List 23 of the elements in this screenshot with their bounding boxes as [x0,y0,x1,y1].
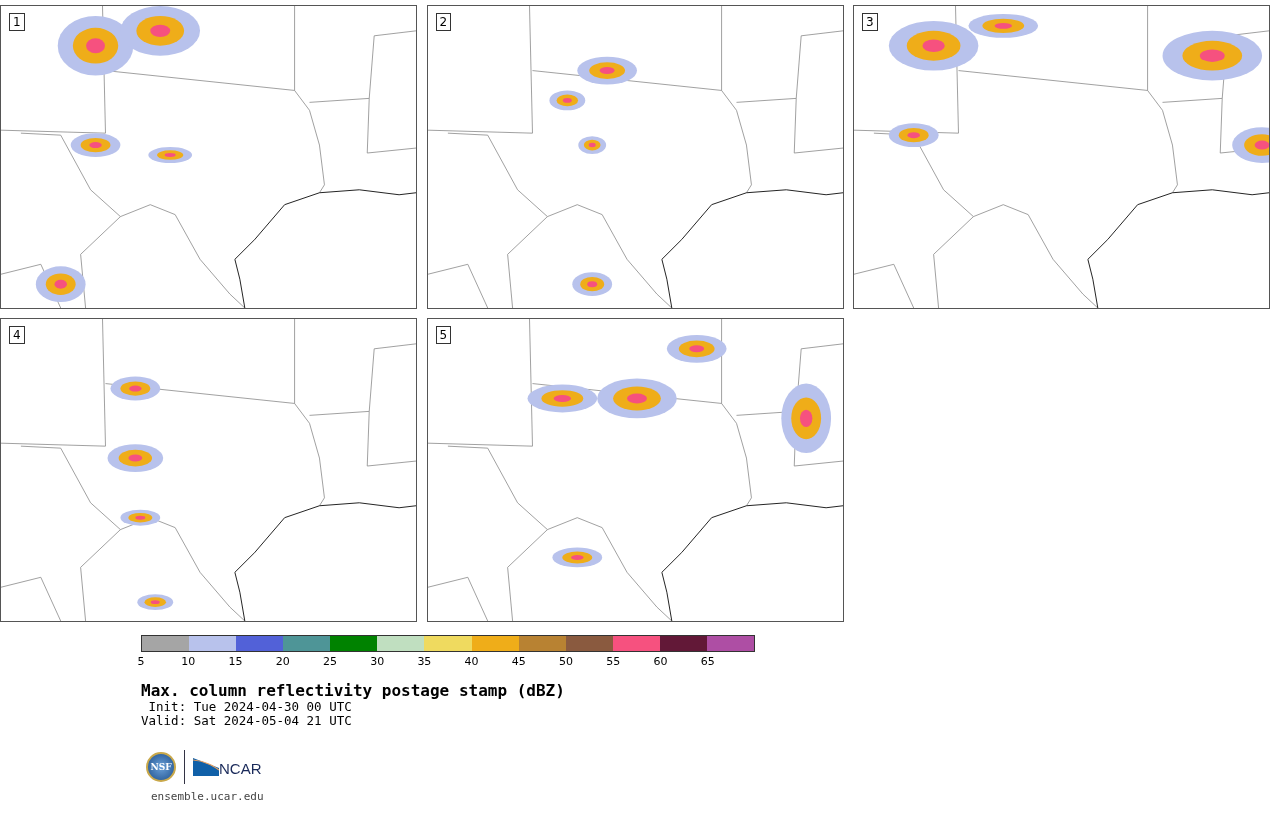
tick-label: 20 [275,655,290,668]
nsf-logo: NSF [146,752,176,782]
tick-label: 50 [559,655,574,668]
chart-title: Max. column reflectivity postage stamp (dBZ) [141,681,566,700]
tick-label: 10 [181,655,196,668]
website-url: ensemble.ucar.edu [151,790,265,803]
tick-label: 45 [511,655,526,668]
tick-label: 25 [322,655,337,668]
swoosh-icon [193,758,219,776]
valid-time: Valid: Sat 2024-05-04 21 UTC [141,714,353,728]
tick-label: 35 [417,655,432,668]
panel-number: 1 [9,13,25,31]
panel-number: 4 [9,326,25,344]
panel-number: 3 [862,13,878,31]
tick-label: 55 [606,655,621,668]
ncar-logo: NCAR [219,759,262,777]
tick-label: 65 [700,655,715,668]
tick-label: 40 [464,655,479,668]
tick-label: 5 [137,655,145,668]
init-time: Init: Tue 2024-04-30 00 UTC [147,700,353,714]
tick-label: 15 [228,655,243,668]
tick-label: 30 [370,655,385,668]
tick-label: 60 [653,655,668,668]
